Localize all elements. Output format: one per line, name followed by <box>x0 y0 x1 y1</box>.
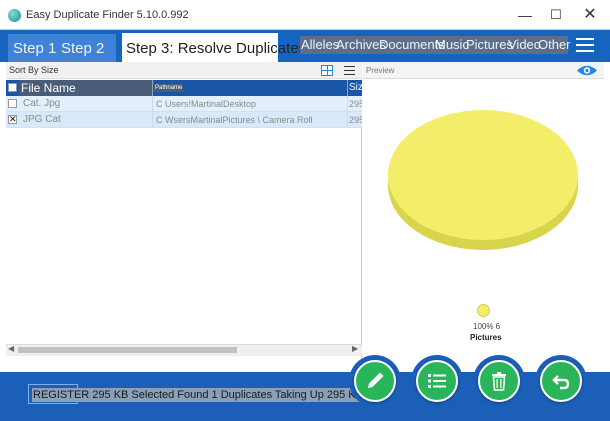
row-size: 295 <box>349 99 362 109</box>
close-button[interactable]: ✕ <box>570 0 610 30</box>
eye-icon[interactable] <box>576 64 598 77</box>
sort-toolbar <box>6 62 362 79</box>
list-actions-button[interactable] <box>416 360 458 402</box>
tab-step-1[interactable]: Step 1 <box>13 36 56 62</box>
list-icon <box>428 374 446 388</box>
row-divider <box>152 96 153 112</box>
pie-slice-pictures[interactable] <box>388 110 578 240</box>
row-file-name: Cat. Jpg <box>23 98 61 109</box>
column-divider[interactable] <box>152 80 153 96</box>
scrollbar-thumb[interactable] <box>18 347 237 353</box>
category-other[interactable]: Other <box>538 37 571 53</box>
edit-button[interactable] <box>354 360 396 402</box>
column-header-size[interactable]: Siz <box>349 80 362 96</box>
tab-step-2[interactable]: Step 2 <box>61 36 104 62</box>
scroll-left-icon[interactable]: ◀ <box>8 344 14 353</box>
legend-swatch <box>477 304 490 317</box>
row-divider <box>152 112 153 128</box>
preview-header <box>363 62 604 79</box>
app-logo-icon <box>8 9 21 22</box>
hamburger-menu-icon[interactable] <box>576 38 594 52</box>
row-pathname: C WsersMartinalPictures \ Camera Roll <box>156 115 313 125</box>
sort-dropdown[interactable]: Sort By Size <box>9 65 59 75</box>
preview-label: Preview <box>366 66 395 75</box>
category-pictures[interactable]: Pictures <box>466 37 513 53</box>
category-music[interactable]: Music <box>435 37 469 53</box>
undo-icon <box>552 375 570 390</box>
trash-icon <box>492 372 506 391</box>
column-divider[interactable] <box>347 80 348 96</box>
category-all[interactable]: Alleles <box>301 37 339 53</box>
row-divider <box>347 96 348 112</box>
undo-button[interactable] <box>540 360 582 402</box>
select-all-checkbox[interactable] <box>8 83 17 92</box>
status-text: REGISTER 295 KB Selected Found 1 Duplica… <box>32 388 364 402</box>
row-divider <box>347 112 348 128</box>
row-checkbox[interactable] <box>8 99 17 108</box>
row-file-name: JPG Cat <box>23 114 61 125</box>
legend-percentage: 100% 6 <box>473 322 501 331</box>
column-header-pathname[interactable]: Pathname <box>154 80 346 96</box>
column-header-pathname-label: Pathname <box>154 84 184 92</box>
list-view-icon[interactable] <box>344 66 355 75</box>
column-header-file-name[interactable]: File Name <box>19 80 152 96</box>
delete-button[interactable] <box>478 360 520 402</box>
row-checkbox-checked[interactable]: ✕ <box>8 115 17 124</box>
category-video[interactable]: Video <box>508 37 541 53</box>
row-size: 295 <box>349 115 362 125</box>
pencil-icon <box>368 372 384 388</box>
row-pathname: C Users!MartinalDesktop <box>156 99 257 109</box>
legend-category: Pictures <box>470 333 502 342</box>
tab-step-3[interactable]: Step 3: Resolve Duplicates <box>122 33 306 62</box>
window-title: Easy Duplicate Finder 5.10.0.992 <box>26 9 189 21</box>
pie-chart <box>388 110 578 250</box>
scroll-right-icon[interactable]: ▶ <box>352 344 358 353</box>
grid-view-icon[interactable] <box>321 65 333 76</box>
